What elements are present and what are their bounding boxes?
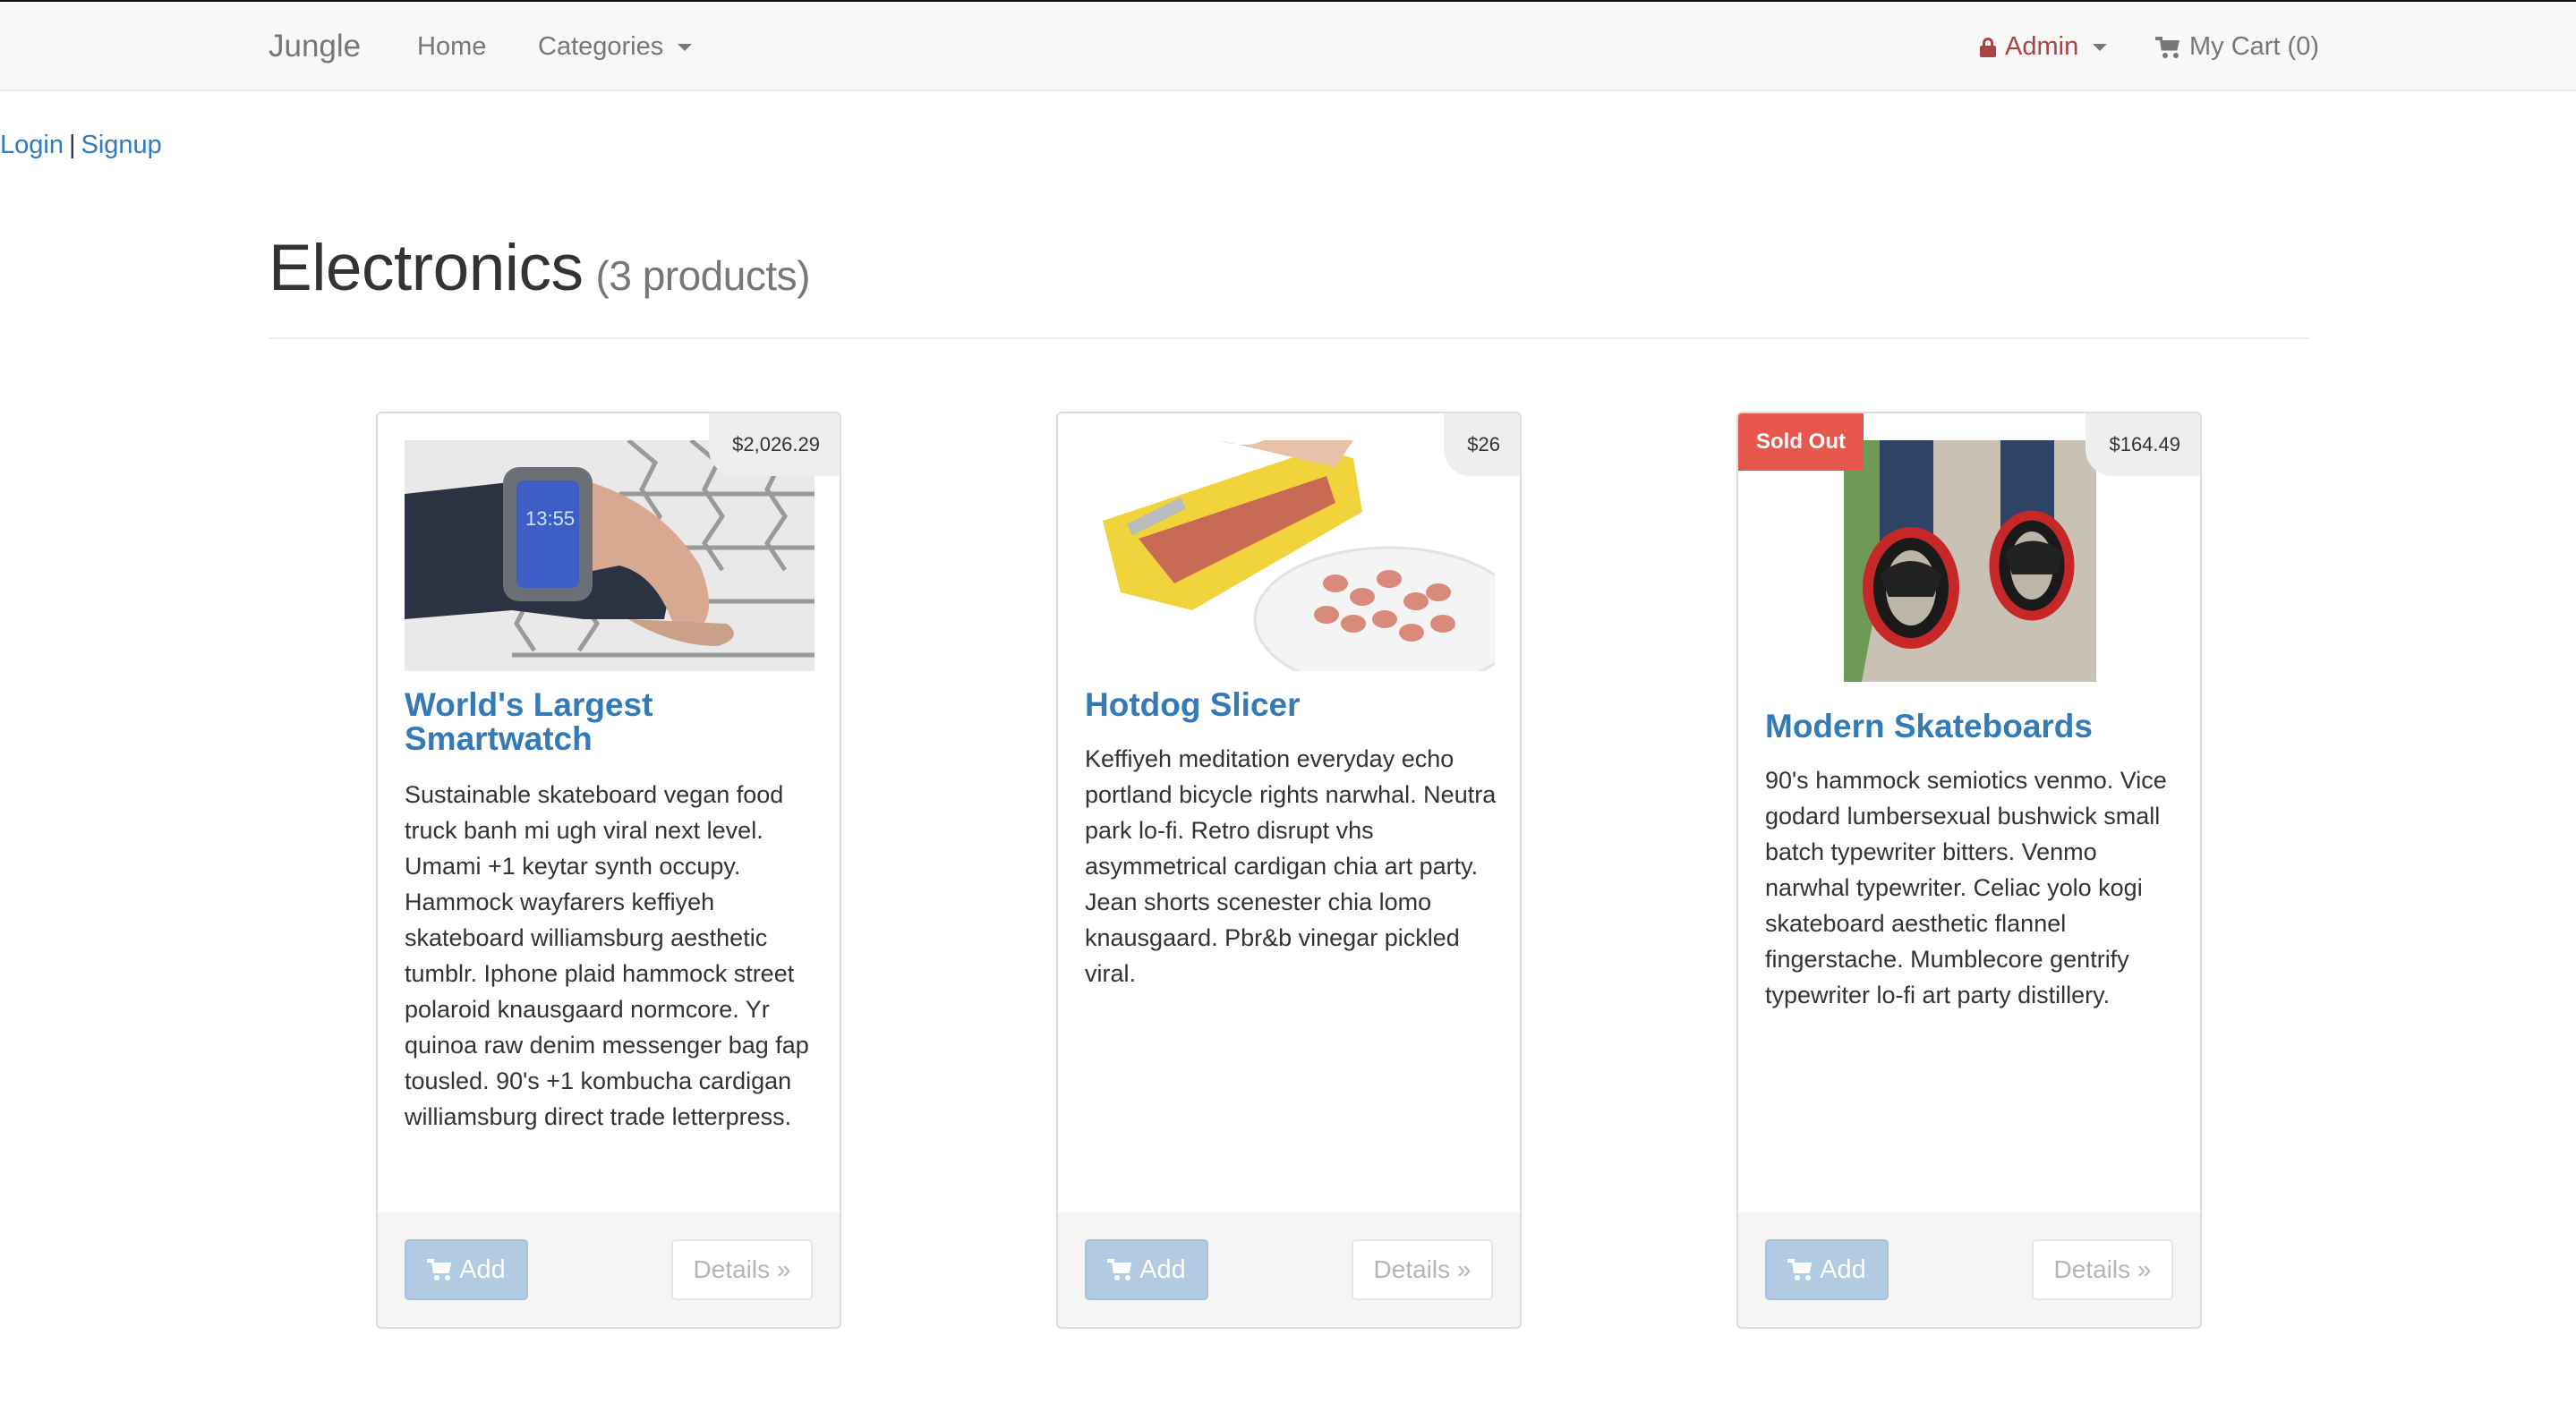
cart-icon bbox=[427, 1259, 452, 1280]
auth-separator: | bbox=[68, 131, 76, 159]
login-link[interactable]: Login bbox=[0, 131, 64, 159]
product-title[interactable]: Hotdog Slicer bbox=[1085, 688, 1479, 722]
navbar: Jungle Home Categories Admin My Cart (0) bbox=[0, 2, 2576, 91]
product-title[interactable]: World's Largest Smartwatch bbox=[405, 688, 798, 756]
card-footer: Add Details » bbox=[1738, 1212, 2200, 1327]
auth-links: Login | Signup bbox=[0, 131, 162, 160]
brand-link[interactable]: Jungle bbox=[269, 29, 361, 64]
product-description: Sustainable skateboard vegan food truck … bbox=[405, 781, 809, 1130]
add-label: Add bbox=[459, 1255, 506, 1284]
nav-admin-dropdown[interactable]: Admin bbox=[1980, 32, 2108, 62]
product-card: Sold Out $164.49 Modern Skateboards 90's… bbox=[1736, 412, 2202, 1329]
add-label: Add bbox=[1139, 1255, 1186, 1284]
chevron-down-icon bbox=[2093, 43, 2108, 51]
product-description: Keffiyeh meditation everyday echo portla… bbox=[1085, 745, 1497, 987]
nav-cart[interactable]: My Cart (0) bbox=[2155, 32, 2319, 62]
cart-icon bbox=[1107, 1259, 1132, 1280]
card-footer: Add Details » bbox=[1058, 1212, 1520, 1327]
nav-admin-label: Admin bbox=[2005, 32, 2079, 61]
chevron-down-icon bbox=[678, 43, 693, 51]
lock-icon bbox=[1980, 37, 1996, 57]
sold-out-badge: Sold Out bbox=[1738, 413, 1864, 471]
svg-text:13:55: 13:55 bbox=[525, 507, 575, 530]
add-to-cart-button[interactable]: Add bbox=[1765, 1239, 1889, 1300]
nav-cart-label: My Cart (0) bbox=[2189, 32, 2319, 61]
page-title: Electronics (3 products) bbox=[269, 231, 810, 305]
add-to-cart-button[interactable]: Add bbox=[1085, 1239, 1208, 1300]
add-label: Add bbox=[1820, 1255, 1866, 1284]
price-tag: $26 bbox=[1444, 413, 1520, 476]
details-button[interactable]: Details » bbox=[1352, 1239, 1493, 1300]
cart-icon bbox=[1787, 1259, 1813, 1280]
nav-categories-dropdown[interactable]: Categories bbox=[538, 32, 693, 62]
category-title: Electronics bbox=[269, 232, 584, 304]
product-card: $26 Hotdog Slicer Keffiyeh meditation ev… bbox=[1056, 412, 1522, 1329]
details-button[interactable]: Details » bbox=[671, 1239, 813, 1300]
details-button[interactable]: Details » bbox=[2032, 1239, 2173, 1300]
product-title[interactable]: Modern Skateboards bbox=[1765, 710, 2159, 744]
product-image[interactable] bbox=[1085, 440, 1495, 671]
price-tag: $2,026.29 bbox=[709, 413, 840, 476]
price-tag: $164.49 bbox=[2086, 413, 2200, 476]
title-divider bbox=[269, 337, 2309, 339]
product-count: (3 products) bbox=[595, 252, 811, 299]
nav-categories-label: Categories bbox=[538, 32, 664, 61]
card-footer: Add Details » bbox=[378, 1212, 840, 1327]
add-to-cart-button[interactable]: Add bbox=[405, 1239, 528, 1300]
product-card: 13:55 $2,026.29 World's Largest Smartwat… bbox=[376, 412, 841, 1329]
nav-home[interactable]: Home bbox=[417, 32, 486, 62]
product-description: 90's hammock semiotics venmo. Vice godar… bbox=[1765, 767, 2167, 1008]
cart-icon bbox=[2155, 36, 2180, 58]
signup-link[interactable]: Signup bbox=[81, 131, 162, 159]
product-image[interactable] bbox=[1844, 440, 2096, 682]
